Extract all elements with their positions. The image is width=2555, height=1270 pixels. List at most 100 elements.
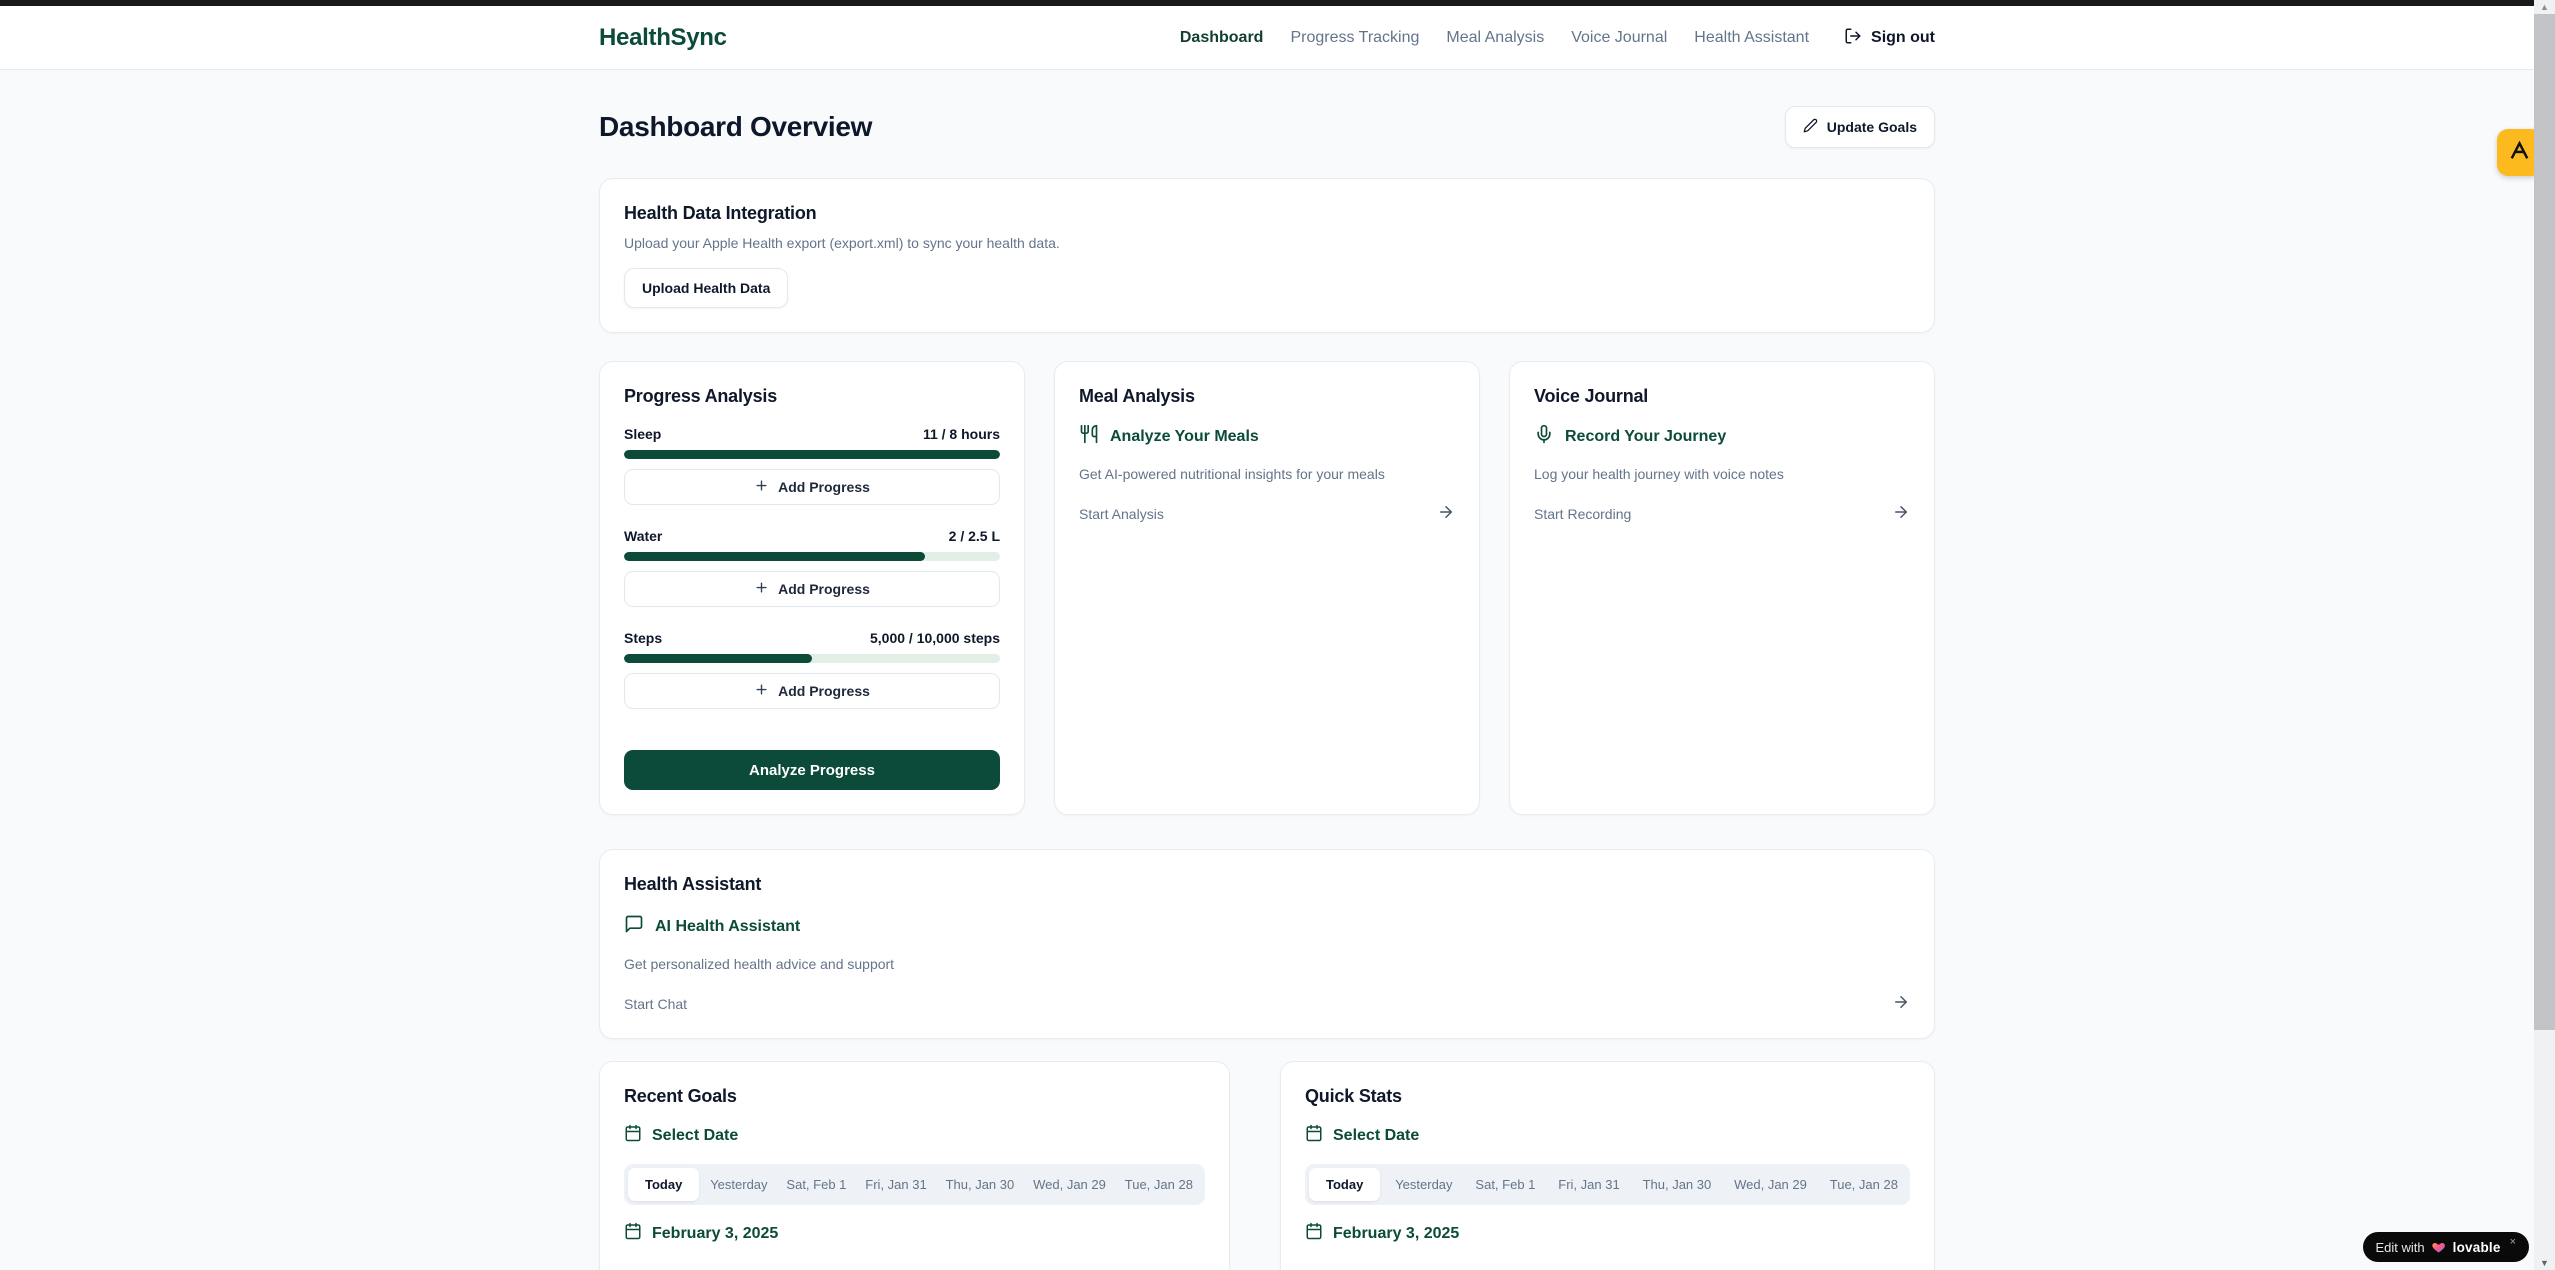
feature-description: Get AI-powered nutritional insights for … (1079, 466, 1455, 482)
action-label: Start Recording (1534, 506, 1631, 522)
select-date-label: Select Date (652, 1127, 738, 1145)
page-title: Dashboard Overview (599, 111, 872, 143)
date-tab-yesterday[interactable]: Yesterday (1387, 1168, 1460, 1201)
start-analysis-action[interactable]: Start Analysis (1079, 503, 1455, 524)
date-tab[interactable]: Wed, Jan 29 (1025, 1168, 1114, 1201)
date-tab[interactable]: Tue, Jan 28 (1822, 1168, 1906, 1201)
start-chat-action[interactable]: Start Chat (624, 993, 1910, 1014)
select-date-label: Select Date (1333, 1127, 1419, 1145)
add-progress-steps-button[interactable]: Add Progress (624, 673, 1000, 709)
start-recording-action[interactable]: Start Recording (1534, 503, 1910, 524)
add-progress-label: Add Progress (778, 581, 870, 597)
window-top-edge (0, 0, 2534, 6)
chat-bubble-icon (624, 914, 644, 939)
feature-description: Get personalized health advice and suppo… (624, 956, 1910, 972)
add-progress-sleep-button[interactable]: Add Progress (624, 469, 1000, 505)
update-goals-button[interactable]: Update Goals (1785, 106, 1935, 148)
date-tab[interactable]: Fri, Jan 31 (1550, 1168, 1627, 1201)
progress-fill (624, 450, 1000, 459)
card-description: Upload your Apple Health export (export.… (624, 235, 1910, 251)
edit-with-lovable-badge[interactable]: Edit with lovable × (2363, 1232, 2530, 1262)
feature-description: Log your health journey with voice notes (1534, 466, 1910, 482)
select-date-button[interactable]: Select Date (1305, 1124, 1910, 1147)
upload-health-data-button[interactable]: Upload Health Data (624, 268, 788, 308)
selected-date[interactable]: February 3, 2025 (624, 1222, 1205, 1245)
card-title: Recent Goals (624, 1086, 1205, 1107)
meal-analysis-card: Meal Analysis Analyze Your Meals Get AI-… (1054, 361, 1480, 815)
microphone-icon (1534, 424, 1554, 449)
nav-item-progress-tracking[interactable]: Progress Tracking (1290, 29, 1419, 47)
date-tab[interactable]: Wed, Jan 29 (1726, 1168, 1815, 1201)
nav-item-health-assistant[interactable]: Health Assistant (1694, 29, 1809, 47)
add-progress-label: Add Progress (778, 683, 870, 699)
card-title: Quick Stats (1305, 1086, 1910, 1107)
selected-date[interactable]: February 3, 2025 (1305, 1222, 1910, 1245)
add-progress-label: Add Progress (778, 479, 870, 495)
water-progress-bar (624, 552, 1000, 561)
analyze-your-meals-link[interactable]: Analyze Your Meals (1079, 424, 1455, 449)
utensils-icon (1079, 424, 1099, 449)
date-tab-today[interactable]: Today (628, 1168, 699, 1201)
feature-link-label: Analyze Your Meals (1110, 428, 1259, 446)
date-tab[interactable]: Fri, Jan 31 (857, 1168, 934, 1201)
date-tab[interactable]: Sat, Feb 1 (778, 1168, 854, 1201)
metric-sleep: Sleep 11 / 8 hours Add Progress (624, 426, 1000, 505)
metric-label: Sleep (624, 426, 661, 442)
date-tab[interactable]: Thu, Jan 30 (938, 1168, 1023, 1201)
close-icon[interactable]: × (2510, 1236, 2516, 1248)
edit-with-label: Edit with (2376, 1240, 2425, 1255)
scroll-down-arrow[interactable]: ▼ (2534, 1258, 2555, 1268)
nav-item-meal-analysis[interactable]: Meal Analysis (1446, 29, 1544, 47)
app-header: HealthSync Dashboard Progress Tracking M… (0, 6, 2534, 70)
calendar-icon (1305, 1222, 1323, 1245)
add-progress-water-button[interactable]: Add Progress (624, 571, 1000, 607)
main-nav: Dashboard Progress Tracking Meal Analysi… (1180, 27, 1935, 50)
nav-item-voice-journal[interactable]: Voice Journal (1571, 29, 1667, 47)
brand-logo[interactable]: HealthSync (599, 24, 727, 52)
card-title: Health Data Integration (624, 203, 1910, 224)
nav-item-dashboard[interactable]: Dashboard (1180, 29, 1264, 47)
card-title: Health Assistant (624, 874, 1910, 895)
record-your-journey-link[interactable]: Record Your Journey (1534, 424, 1910, 449)
scroll-up-arrow[interactable]: ▲ (2534, 2, 2555, 12)
metric-value: 2 / 2.5 L (949, 528, 1000, 544)
date-tab-today[interactable]: Today (1309, 1168, 1380, 1201)
heart-icon (2431, 1240, 2447, 1255)
scrollbar-thumb[interactable] (2534, 14, 2555, 1030)
metric-value: 5,000 / 10,000 steps (870, 630, 1000, 646)
calendar-icon (624, 1222, 642, 1245)
date-tabs: Today Yesterday Sat, Feb 1 Fri, Jan 31 T… (624, 1164, 1205, 1205)
calendar-icon (1305, 1124, 1323, 1147)
plus-icon (754, 478, 769, 496)
date-tab[interactable]: Thu, Jan 30 (1635, 1168, 1720, 1201)
date-tab-yesterday[interactable]: Yesterday (702, 1168, 775, 1201)
scrollbar[interactable]: ▲ ▼ (2534, 0, 2555, 1270)
plus-icon (754, 580, 769, 598)
logout-icon (1844, 27, 1862, 50)
action-label: Start Analysis (1079, 506, 1164, 522)
date-tab[interactable]: Tue, Jan 28 (1117, 1168, 1201, 1201)
quick-stats-card: Quick Stats Select Date Today Yesterday … (1280, 1061, 1935, 1270)
steps-progress-bar (624, 654, 1000, 663)
triangle-a-icon (2508, 139, 2531, 167)
metric-steps: Steps 5,000 / 10,000 steps Add Progress (624, 630, 1000, 709)
feature-link-label: AI Health Assistant (655, 918, 800, 936)
ai-health-assistant-link[interactable]: AI Health Assistant (624, 914, 1910, 939)
voice-journal-card: Voice Journal Record Your Journey Log yo… (1509, 361, 1935, 815)
plus-icon (754, 682, 769, 700)
date-tab[interactable]: Sat, Feb 1 (1467, 1168, 1543, 1201)
lovable-label: lovable (2453, 1240, 2501, 1255)
card-title: Voice Journal (1534, 386, 1910, 407)
metric-label: Steps (624, 630, 662, 646)
metric-water: Water 2 / 2.5 L Add Progress (624, 528, 1000, 607)
feature-link-label: Record Your Journey (1565, 428, 1726, 446)
analyze-progress-button[interactable]: Analyze Progress (624, 750, 1000, 790)
arrow-right-icon (1892, 993, 1910, 1014)
sign-out-button[interactable]: Sign out (1844, 27, 1935, 50)
page-body: Dashboard Overview Update Goals Health D… (0, 70, 2534, 1270)
metric-label: Water (624, 528, 662, 544)
recent-goals-card: Recent Goals Select Date Today Yesterday… (599, 1061, 1230, 1270)
select-date-button[interactable]: Select Date (624, 1124, 1205, 1147)
selected-date-label: February 3, 2025 (1333, 1225, 1459, 1243)
health-data-integration-card: Health Data Integration Upload your Appl… (599, 178, 1935, 333)
